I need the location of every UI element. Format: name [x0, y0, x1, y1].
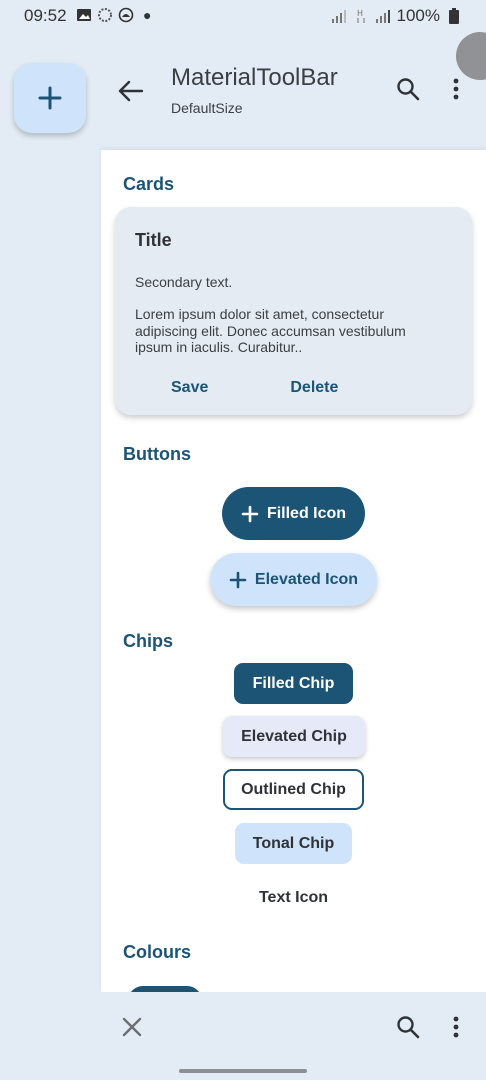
bottom-close-button[interactable]: [117, 1012, 147, 1042]
card-delete-button[interactable]: Delete: [274, 377, 354, 399]
arrow-back-icon: [118, 80, 144, 102]
filled-chip[interactable]: Filled Chip: [234, 663, 353, 704]
section-title-colours: Colours: [123, 942, 192, 962]
battery-percent: 100%: [396, 6, 440, 25]
app-bar-search-button[interactable]: [393, 74, 423, 104]
more-vert-icon: [453, 78, 459, 100]
battery-icon: [449, 8, 459, 24]
filled-icon-button[interactable]: Filled Icon: [222, 487, 365, 540]
status-bar: 09:52 ● H 100%: [0, 0, 486, 32]
elevated-chip[interactable]: Elevated Chip: [223, 716, 365, 757]
more-vert-icon: [453, 1016, 459, 1038]
image-icon: [77, 9, 91, 21]
section-title-chips: Chips: [123, 631, 174, 651]
plus-icon: [38, 86, 62, 110]
card-actions: Save Delete: [155, 377, 354, 399]
vpn-icon: [118, 7, 134, 23]
bottom-app-bar: [0, 992, 486, 1080]
card-body-text: Lorem ipsum dolor sit amet, consectetur …: [135, 306, 406, 355]
elevated-icon-button-label: Elevated Icon: [254, 570, 359, 588]
sync-icon: [98, 8, 112, 22]
search-icon: [397, 78, 420, 101]
app-bar-title: MaterialToolBar: [171, 64, 338, 91]
back-button[interactable]: [114, 74, 148, 108]
home-indicator[interactable]: [179, 1069, 307, 1073]
signal-icon-2: [375, 10, 390, 23]
elevated-icon-button[interactable]: Elevated Icon: [210, 553, 377, 606]
app-bar-more-button[interactable]: [441, 74, 471, 104]
text-icon-chip[interactable]: Text Icon: [235, 877, 352, 918]
card-title: Title: [135, 230, 172, 250]
section-title-buttons: Buttons: [123, 444, 191, 464]
plus-icon: [229, 571, 247, 588]
top-app-bar: MaterialToolBar DefaultSize: [100, 56, 486, 148]
status-time: 09:52: [24, 6, 67, 25]
status-notification-icons: ●: [76, 7, 151, 23]
content-panel[interactable]: Cards Title Secondary text. Lorem ipsum …: [101, 150, 486, 992]
card-save-button[interactable]: Save: [155, 377, 224, 399]
card-secondary-text: Secondary text.: [135, 274, 233, 290]
section-title-cards: Cards: [123, 174, 175, 194]
bottom-more-button[interactable]: [441, 1012, 471, 1042]
card[interactable]: Title Secondary text. Lorem ipsum dolor …: [115, 207, 472, 415]
svg-text:H: H: [357, 9, 363, 18]
network-h-icon: H: [357, 9, 365, 23]
outlined-chip[interactable]: Outlined Chip: [223, 769, 364, 810]
app-bar-subtitle: DefaultSize: [171, 100, 243, 116]
plus-icon: [241, 505, 259, 522]
app-screen: 09:52 ● H 100% MaterialToolBar DefaultSi…: [0, 0, 486, 1080]
dot-icon: ●: [143, 7, 152, 23]
tonal-chip[interactable]: Tonal Chip: [235, 823, 352, 864]
close-icon: [122, 1017, 142, 1037]
signal-icon: [331, 10, 346, 23]
status-system-icons: H 100%: [331, 6, 462, 26]
search-icon: [397, 1016, 420, 1039]
fab-add-button[interactable]: [14, 63, 86, 133]
bottom-search-button[interactable]: [393, 1012, 423, 1042]
filled-icon-button-label: Filled Icon: [266, 504, 347, 522]
